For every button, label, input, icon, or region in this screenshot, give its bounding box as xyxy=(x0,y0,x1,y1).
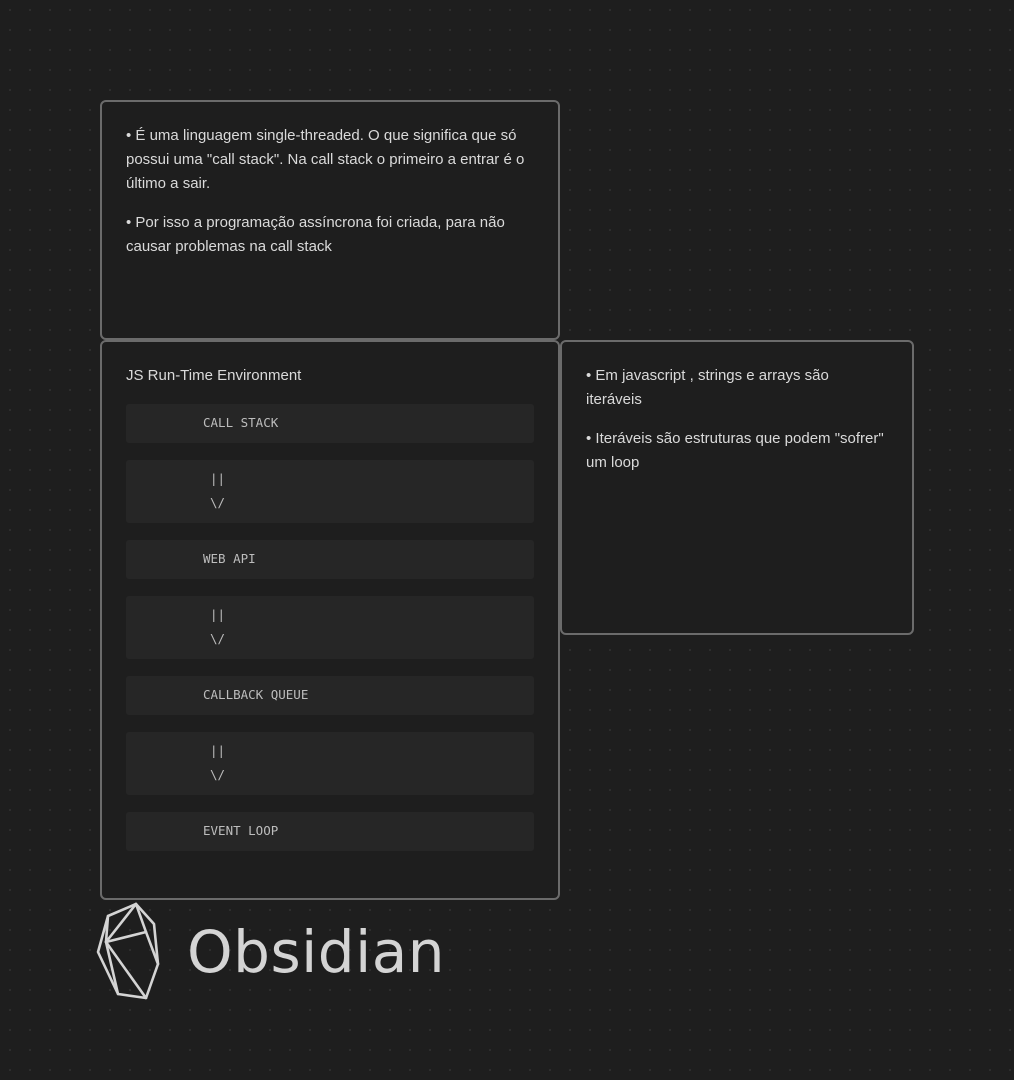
code-block-event-loop: EVENT LOOP xyxy=(126,812,534,851)
code-block-callback-queue: CALLBACK QUEUE xyxy=(126,676,534,715)
obsidian-logo: Obsidian xyxy=(94,902,445,1002)
code-block-call-stack: CALL STACK xyxy=(126,404,534,443)
note-card-iterables[interactable]: Em javascript , strings e arrays são ite… xyxy=(560,340,914,635)
code-block-web-api: WEB API xyxy=(126,540,534,579)
bullet-single-threaded: É uma linguagem single-threaded. O que s… xyxy=(126,124,534,196)
code-block-arrow: || \/ xyxy=(126,596,534,659)
code-block-arrow: || \/ xyxy=(126,460,534,523)
obsidian-wordmark: Obsidian xyxy=(187,918,446,986)
note-card-single-threaded[interactable]: É uma linguagem single-threaded. O que s… xyxy=(100,100,560,340)
bullet-iterable-types: Em javascript , strings e arrays são ite… xyxy=(586,364,888,412)
bullet-async-programming: Por isso a programação assíncrona foi cr… xyxy=(126,211,534,259)
obsidian-crystal-icon xyxy=(96,902,160,1000)
canvas[interactable]: É uma linguagem single-threaded. O que s… xyxy=(0,0,1014,1080)
code-block-arrow: || \/ xyxy=(126,732,534,795)
runtime-title: JS Run-Time Environment xyxy=(126,367,302,384)
bullet-iterable-definition: Iteráveis são estruturas que podem "sofr… xyxy=(586,427,888,475)
note-card-runtime-environment[interactable]: JS Run-Time Environment CALL STACK || \/… xyxy=(100,340,560,900)
